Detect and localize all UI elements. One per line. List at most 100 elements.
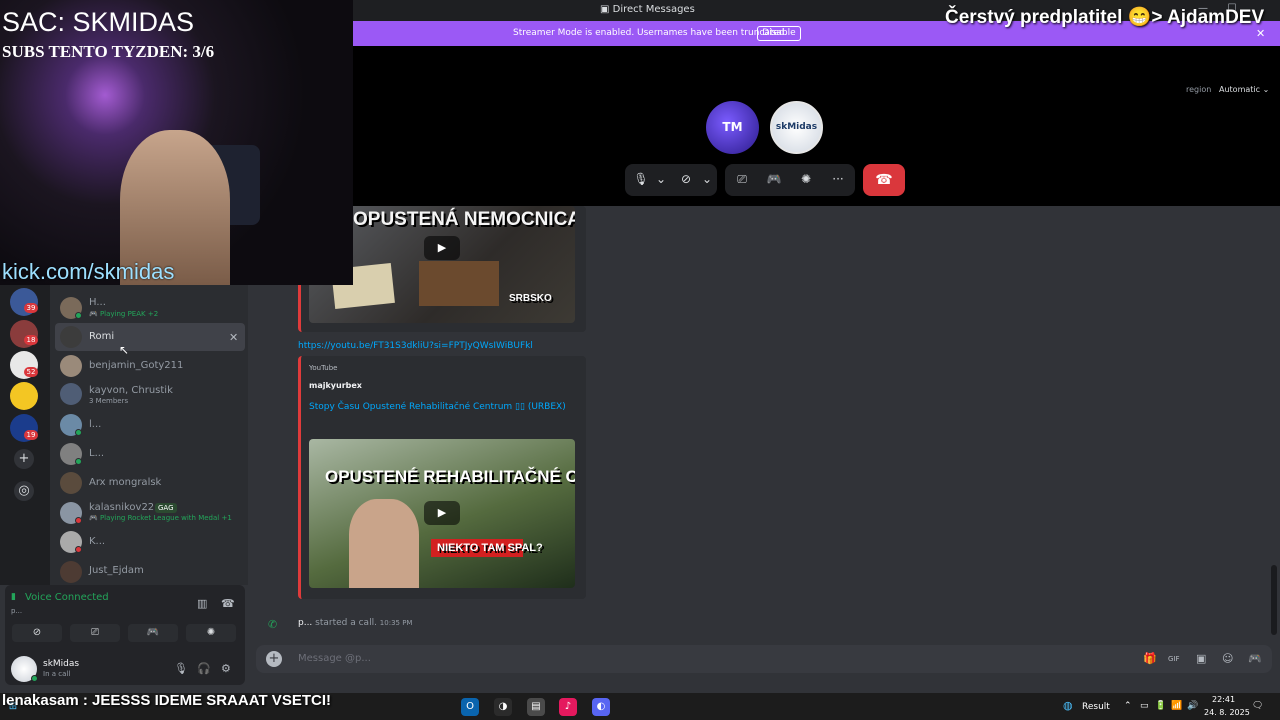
play-icon[interactable]: ▶: [424, 236, 460, 260]
noise-suppression-icon[interactable]: ▥: [197, 597, 207, 610]
screenshare-icon[interactable]: ⎚: [733, 172, 751, 187]
message-input[interactable]: Message @p...: [298, 653, 371, 664]
gif-icon[interactable]: GIF: [1168, 655, 1180, 663]
apps-icon[interactable]: 🎮: [1248, 652, 1262, 665]
disconnect-icon[interactable]: ☎: [221, 597, 235, 610]
sticker-icon[interactable]: ▣: [1196, 652, 1206, 665]
dm-members: 3 Members: [89, 397, 129, 405]
dm-item-selected[interactable]: [55, 323, 245, 351]
video-thumbnail[interactable]: OPUSTENÉ REHABILITAČNÉ CENTRUM NIEKTO TA…: [309, 439, 575, 588]
notification-icon[interactable]: 🗨: [1252, 701, 1263, 711]
activity-icon[interactable]: 🎮: [765, 172, 783, 186]
overlay-subs-text: SUBS TENTO TYZDEN: 3/6: [2, 42, 215, 61]
dm-name[interactable]: H...: [89, 297, 106, 308]
call-user[interactable]: p...: [298, 618, 312, 628]
battery-icon[interactable]: 🔋: [1155, 701, 1166, 711]
call-started-message: p... started a call. 10:35 PM: [298, 618, 412, 628]
embed-author[interactable]: majkyurbex: [309, 381, 362, 390]
region-select[interactable]: Automatic ⌄: [1219, 85, 1269, 94]
volume-icon[interactable]: 🔊: [1187, 701, 1198, 711]
dm-name[interactable]: benjamin_Goty211: [89, 360, 183, 371]
participant-initials: skMidas: [775, 122, 818, 132]
username[interactable]: skMidas: [43, 659, 79, 669]
weather-icon: ◍: [1063, 699, 1073, 712]
status-indicator: [75, 517, 82, 524]
screenshare-button[interactable]: ⎚: [70, 624, 120, 642]
status-indicator: [75, 546, 82, 553]
dm-activity: 🎮 Playing PEAK +2: [89, 310, 159, 318]
dm-name[interactable]: K...: [89, 536, 105, 547]
microphone-icon[interactable]: 🎙: [632, 172, 650, 186]
disable-streamer-mode-button[interactable]: Disable: [757, 26, 801, 41]
hangup-button[interactable]: ☎: [863, 164, 905, 196]
explore-icon[interactable]: ◎: [14, 481, 34, 501]
overlay-channel-url: kick.com/skmidas: [2, 259, 175, 284]
activity-button[interactable]: 🎮: [128, 624, 178, 642]
status-indicator: [75, 429, 82, 436]
tray-chevron-icon[interactable]: ⌃: [1124, 701, 1132, 711]
youtube-link[interactable]: https://youtu.be/FT31S3dkliU?si=FPTJyQWs…: [298, 341, 533, 351]
banner-message: Streamer Mode is enabled. Usernames have…: [513, 28, 788, 38]
voice-connected-label[interactable]: Voice Connected: [25, 592, 109, 603]
settings-gear-icon[interactable]: ⚙: [221, 662, 231, 675]
status-indicator: [75, 458, 82, 465]
mouse-cursor-icon: ↖: [119, 343, 130, 357]
message-timestamp: 10:35 PM: [379, 619, 413, 627]
camera-off-icon[interactable]: ⊘: [677, 172, 695, 186]
clock-date[interactable]: 24. 8. 2025: [1204, 708, 1250, 717]
desk-image: [419, 261, 499, 306]
overlay-chat-message: lenakasam : JEESSS IDEME SRAAAT VSETCI!: [2, 692, 331, 709]
play-icon[interactable]: ▶: [424, 501, 460, 525]
chevron-down-icon[interactable]: ⌄: [698, 172, 716, 186]
add-server-icon[interactable]: +: [14, 449, 34, 469]
person-image: [349, 499, 419, 588]
message-composer[interactable]: [256, 645, 1272, 673]
status-indicator: [75, 312, 82, 319]
dm-name[interactable]: kalasnikov22: [89, 502, 154, 513]
avatar: [60, 326, 82, 348]
status-indicator: [31, 675, 38, 682]
user-status: In a call: [43, 670, 71, 678]
close-dm-icon[interactable]: ✕: [229, 331, 238, 344]
obs-icon[interactable]: ◑: [494, 698, 512, 716]
add-attachment-icon[interactable]: +: [266, 651, 282, 667]
soundboard-button[interactable]: ✺: [186, 624, 236, 642]
overlay-goal-text: SAC: SKMIDAS: [2, 7, 195, 37]
unread-badge: 52: [24, 367, 38, 377]
chat-scrollbar[interactable]: [1271, 565, 1277, 635]
call-participant-avatar[interactable]: skMidas: [770, 101, 823, 154]
soundboard-icon[interactable]: ✺: [797, 172, 815, 186]
tray-app-icon[interactable]: ▭: [1140, 701, 1149, 711]
dm-name[interactable]: L...: [89, 448, 104, 459]
window-title-text: Direct Messages: [612, 4, 695, 15]
overlay-sub-alert: Čerstvý predplatitel 😁> AjdamDEV: [945, 7, 1265, 28]
discord-icon[interactable]: ◐: [592, 698, 610, 716]
clock-time[interactable]: 22:41: [1212, 695, 1235, 704]
network-icon[interactable]: 📶: [1171, 701, 1182, 711]
unread-badge: 39: [24, 303, 38, 313]
tiktok-icon[interactable]: ♪: [559, 698, 577, 716]
chevron-down-icon[interactable]: ⌄: [652, 172, 670, 186]
signal-icon: ▮: [11, 592, 16, 602]
avatar: [60, 355, 82, 377]
dm-name[interactable]: Arx mongralsk: [89, 477, 161, 488]
camera-off-button[interactable]: ⊘: [12, 624, 62, 642]
microphone-icon[interactable]: 🎙: [174, 662, 188, 675]
thumbnail-title: OPUSTENÁ NEMOCNICA: [353, 209, 575, 230]
dm-name[interactable]: l...: [89, 419, 101, 430]
headphones-icon[interactable]: 🎧: [197, 662, 211, 675]
outlook-icon[interactable]: O: [461, 698, 479, 716]
voice-channel-name[interactable]: p...: [11, 607, 22, 615]
dm-name[interactable]: kayvon, Chrustik: [89, 385, 173, 396]
emoji-icon[interactable]: ☺: [1222, 652, 1233, 665]
more-icon[interactable]: ···: [829, 172, 847, 186]
unread-badge: 18: [24, 335, 38, 345]
explorer-icon[interactable]: ▤: [527, 698, 545, 716]
dm-name[interactable]: Romi: [89, 331, 114, 342]
embed-title[interactable]: Stopy Času Opustené Rehabilitačné Centru…: [309, 400, 569, 414]
gift-icon[interactable]: 🎁: [1143, 652, 1157, 665]
dm-name[interactable]: Just_Ejdam: [89, 565, 144, 576]
weather-widget[interactable]: Result: [1082, 702, 1110, 712]
server-icon[interactable]: [10, 382, 38, 410]
call-participant-avatar[interactable]: TM: [706, 101, 759, 154]
